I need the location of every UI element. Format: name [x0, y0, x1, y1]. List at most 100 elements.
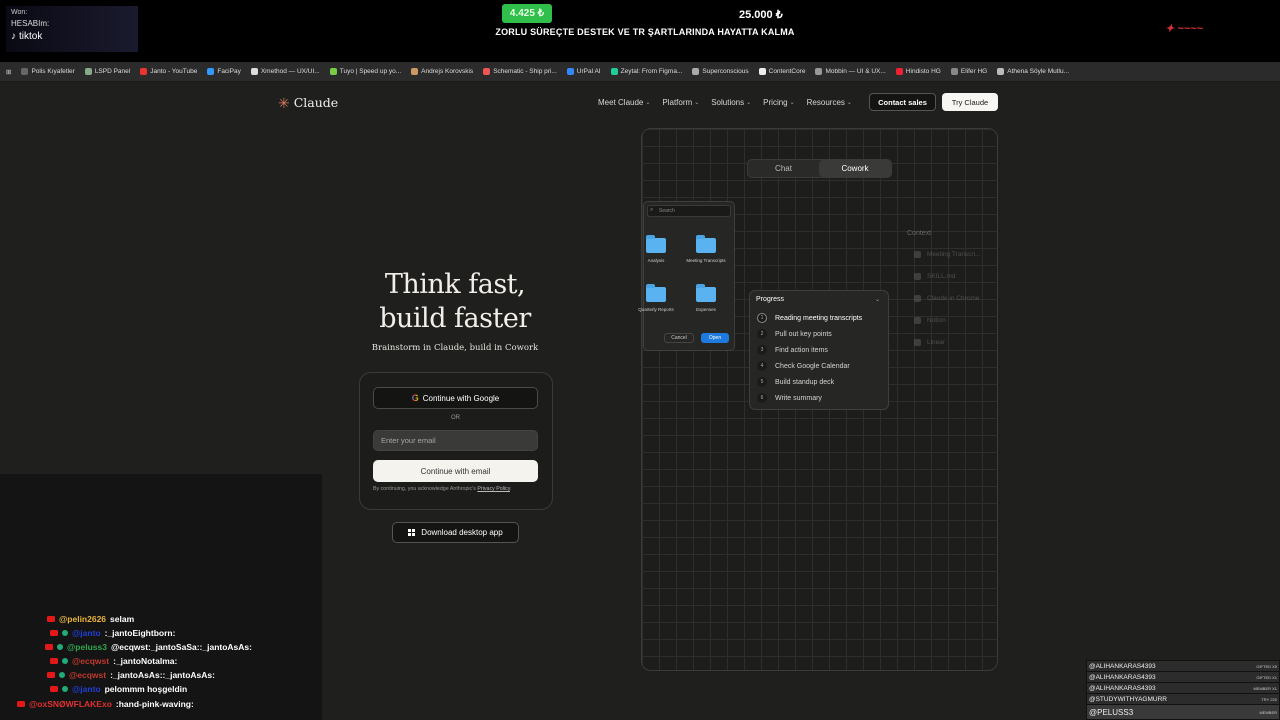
email-field[interactable]	[373, 430, 538, 451]
step-label: Reading meeting transcripts	[775, 314, 863, 322]
gift-row: @PELUSS3 MEMBER	[1087, 705, 1279, 719]
youtube-icon	[47, 616, 55, 622]
chat-message: @ecqwst:_jantoNotalma:	[50, 656, 177, 666]
streamer-logo: ✦ ~~~~	[1165, 23, 1203, 35]
bookmark-favicon-icon	[140, 68, 148, 75]
bookmark-label: UrPal AI	[576, 68, 601, 75]
gift-row: @ALIHANKARAS4393 GIFTED X1	[1087, 672, 1279, 682]
bookmark-item[interactable]: Janto - YouTube	[140, 68, 197, 75]
bookmark-item[interactable]: Athena Söyle Mutlu...	[997, 68, 1069, 75]
bookmark-item[interactable]: Polis Kıyafetler	[21, 68, 75, 75]
progress-step: 3 Find action items	[757, 345, 828, 355]
apps-grid-icon[interactable]: ⊞	[6, 68, 11, 76]
google-icon: G	[411, 393, 419, 403]
bookmark-item[interactable]: ContentCore	[758, 68, 805, 75]
context-item-label: Claude in Chrome	[927, 295, 980, 302]
download-label: Download desktop app	[421, 528, 503, 537]
folder-icon[interactable]	[696, 284, 716, 302]
nav-item-resources[interactable]: Resources ⌄	[807, 98, 852, 107]
tab-chat[interactable]: Chat	[748, 160, 819, 177]
nav-label: Solutions	[711, 97, 745, 107]
chat-text: :_jantoEightborn:	[104, 628, 176, 638]
bookmark-item[interactable]: Superconscious	[692, 68, 749, 75]
gift-username: @ALIHANKARAS4393	[1089, 673, 1156, 681]
donation-goal-current: 4.425 ₺	[502, 4, 552, 23]
chat-message: @pelin2626 selam	[47, 614, 134, 624]
folder-label: Quarterly Reports	[638, 307, 674, 312]
folder-label: Meeting Transcripts	[686, 258, 726, 263]
folder-icon[interactable]	[696, 235, 716, 253]
privacy-policy-link[interactable]: Privacy Policy	[477, 486, 510, 492]
bookmark-favicon-icon	[950, 68, 958, 75]
try-claude-button[interactable]: Try Claude	[942, 93, 998, 111]
hero-title-line-2: build faster	[379, 303, 531, 334]
youtube-icon	[17, 701, 25, 707]
nav-item-platform[interactable]: Platform ⌄	[662, 98, 699, 107]
bookmark-item[interactable]: Zeytal: From Figma...	[610, 68, 682, 75]
nav-item-meet-claude[interactable]: Meet Claude ⌄	[598, 98, 650, 107]
gift-username: @ALIHANKARAS4393	[1089, 684, 1156, 692]
folder-label: Expenses	[696, 307, 716, 312]
contact-sales-button[interactable]: Contact sales	[869, 93, 936, 111]
file-picker-dialog	[643, 201, 735, 351]
folder-icon[interactable]	[646, 235, 666, 253]
bookmark-label: Hindisto HG	[905, 68, 941, 75]
bookmark-item[interactable]: Xmethod — UX/UI...	[250, 68, 320, 75]
bookmark-item[interactable]: Andrejs Korovskis	[411, 68, 473, 75]
context-item: SKILL.md	[914, 273, 956, 280]
file-open-button[interactable]: Open	[701, 333, 729, 343]
nav-item-pricing[interactable]: Pricing ⌄	[763, 98, 794, 107]
step-number: 4	[757, 361, 767, 371]
step-number: 3	[757, 345, 767, 355]
bookmark-item[interactable]: FaciPay	[207, 68, 241, 75]
tab-cowork[interactable]: Cowork	[819, 160, 891, 177]
file-cancel-button[interactable]: Cancel	[664, 333, 694, 343]
bookmark-item[interactable]: Mobbin — UI & UX...	[815, 68, 886, 75]
chevron-down-icon: ⌄	[645, 99, 651, 106]
chat-text: selam	[110, 614, 135, 624]
chat-text: @ecqwst:_jantoSaSa::_jantoAsAs:	[110, 642, 252, 652]
terms-prefix: By continuing, you acknowledge Anthropic…	[373, 486, 476, 492]
main-nav: Meet Claude ⌄ Platform ⌄ Solutions ⌄ Pricing ⌄ R…	[598, 95, 852, 109]
member-badge-icon	[59, 672, 65, 678]
gift-row: @ALIHANKARAS4393 GIFTED X5	[1087, 661, 1279, 671]
donation-goal-target: 25.000 ₺	[739, 9, 783, 21]
bookmark-label: Elifer HG	[960, 68, 988, 75]
chevron-down-icon: ⌄	[746, 99, 752, 106]
bookmark-item[interactable]: Elifer HG	[950, 68, 988, 75]
progress-step: 5 Build standup deck	[757, 377, 834, 387]
download-desktop-app-button[interactable]: Download desktop app	[392, 522, 519, 543]
chat-message: @janto pelommm hoşgeldin	[50, 684, 187, 694]
bookmark-item[interactable]: LSPD Panel	[84, 68, 131, 75]
progress-step: 4 Check Google Calendar	[757, 361, 850, 371]
bookmark-item[interactable]: Hindisto HG	[895, 68, 941, 75]
nav-item-solutions[interactable]: Solutions ⌄	[711, 98, 751, 107]
bookmark-favicon-icon	[21, 68, 29, 75]
donation-goal-title: ZORLU SÜREÇTE DESTEK VE TR ŞARTLARINDA H…	[495, 27, 795, 37]
youtube-icon	[50, 630, 58, 636]
context-item-icon	[914, 251, 921, 258]
bookmark-item[interactable]: Schematic - Ship pri...	[483, 68, 557, 75]
step-label: Write summary	[775, 394, 822, 402]
bookmark-item[interactable]: UrPal AI	[566, 68, 601, 75]
bookmark-item[interactable]: Tuyo | Speed up yo...	[329, 68, 401, 75]
continue-with-email-button[interactable]: Continue with email	[373, 460, 538, 482]
bookmark-label: FaciPay	[217, 68, 241, 75]
chevron-down-icon[interactable]: ⌄	[875, 296, 880, 303]
claude-logo[interactable]: ✳ Claude	[278, 95, 338, 110]
bookmark-favicon-icon	[411, 68, 419, 75]
or-divider: OR	[451, 415, 460, 421]
chat-username: @janto	[72, 684, 101, 694]
folder-icon[interactable]	[646, 284, 666, 302]
step-label: Pull out key points	[775, 330, 832, 338]
bookmark-label: LSPD Panel	[94, 68, 131, 75]
gift-tag: GIFTED X5	[1256, 663, 1277, 669]
youtube-icon	[50, 658, 58, 664]
file-search-input[interactable]: Search	[647, 205, 731, 217]
continue-with-google-button[interactable]: G Continue with Google	[373, 387, 538, 409]
chat-username: @oxSNØWFLAKExo	[29, 699, 112, 709]
gift-row: @STUDYWITHYAGMURR TRY 220	[1087, 694, 1279, 704]
chat-username: @ecqwst	[69, 670, 107, 680]
nav-label: Resources	[806, 97, 845, 107]
context-item-label: SKILL.md	[927, 273, 956, 280]
